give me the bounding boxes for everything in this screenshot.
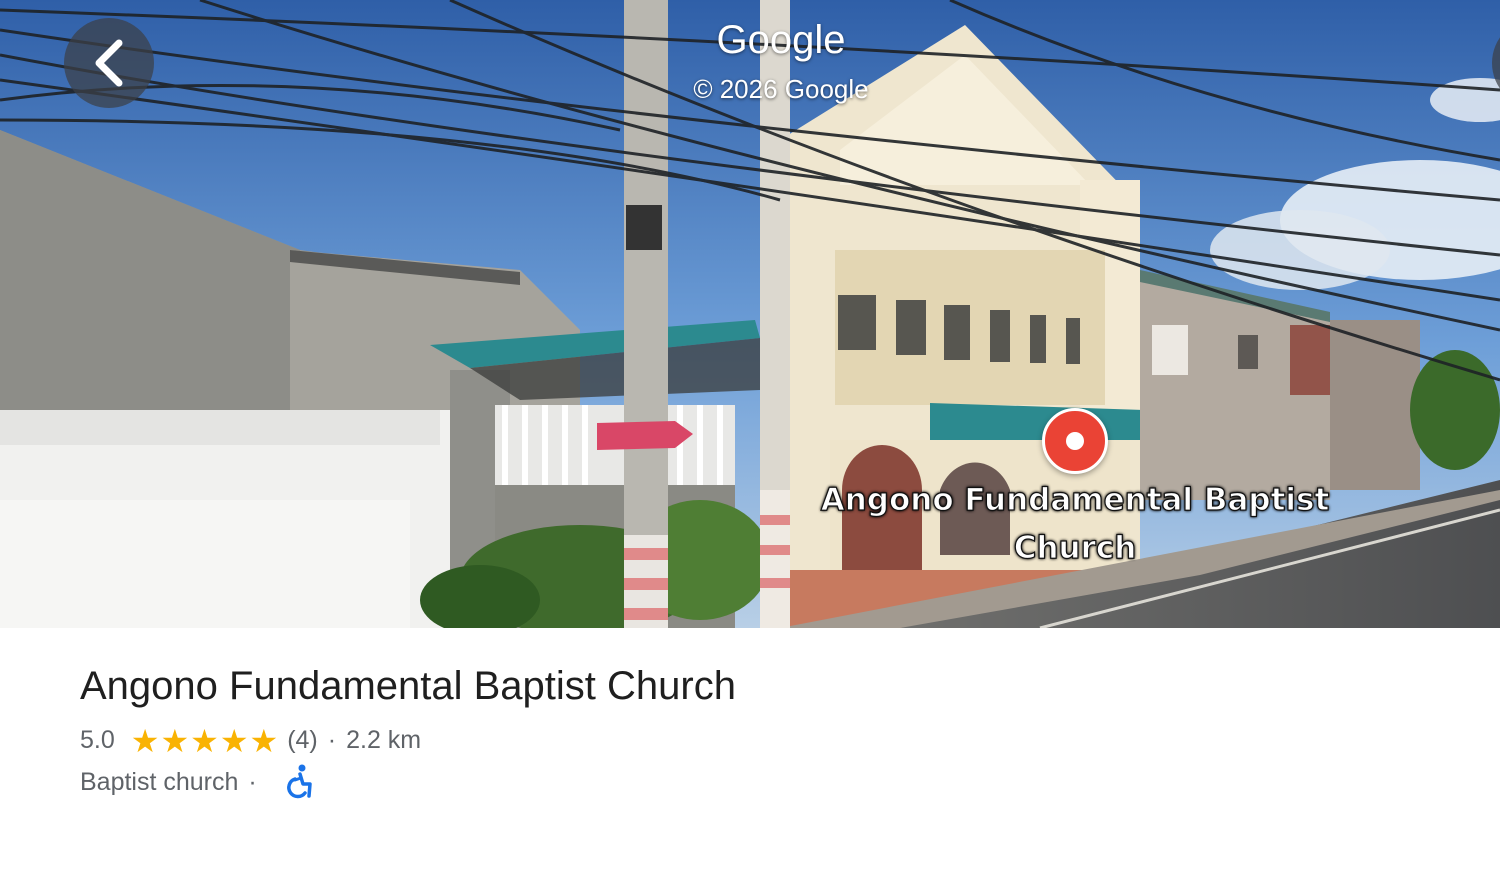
star-icon: ★ (190, 722, 219, 759)
star-icon: ★ (130, 722, 160, 759)
pin-label-line1: Angono Fundamental Baptist (820, 481, 1330, 518)
rating-row[interactable]: 5.0 ★ ★ ★ ★ ★ (4) · 2.2 km (80, 722, 422, 759)
star-icon: ★ (249, 722, 279, 759)
rating-value: 5.0 (80, 726, 115, 754)
pin-center-dot (1066, 432, 1084, 450)
place-category: Baptist church (80, 767, 239, 796)
category-row: Baptist church · (80, 764, 313, 800)
separator: · (327, 726, 337, 754)
separator: · (248, 767, 257, 796)
place-pin-icon[interactable] (1042, 408, 1108, 474)
distance: 2.2 km (346, 726, 422, 754)
pin-label: Angono Fundamental Baptist Church (800, 476, 1350, 572)
place-title[interactable]: Angono Fundamental Baptist Church (80, 664, 736, 709)
place-info-panel: Angono Fundamental Baptist Church 5.0 ★ … (0, 628, 1500, 874)
street-view-image[interactable]: Google © 2026 Google Angono Fundamental … (0, 0, 1500, 628)
pin-label-line2: Church (1013, 529, 1137, 566)
star-icon: ★ (160, 722, 190, 759)
star-icon: ★ (219, 722, 249, 759)
star-rating: ★ ★ ★ ★ ★ (130, 722, 279, 759)
copyright-text: © 2026 Google (693, 74, 869, 104)
google-logo: Google (716, 18, 846, 62)
review-count: (4) (287, 726, 318, 754)
wheelchair-accessible-icon (283, 764, 313, 800)
